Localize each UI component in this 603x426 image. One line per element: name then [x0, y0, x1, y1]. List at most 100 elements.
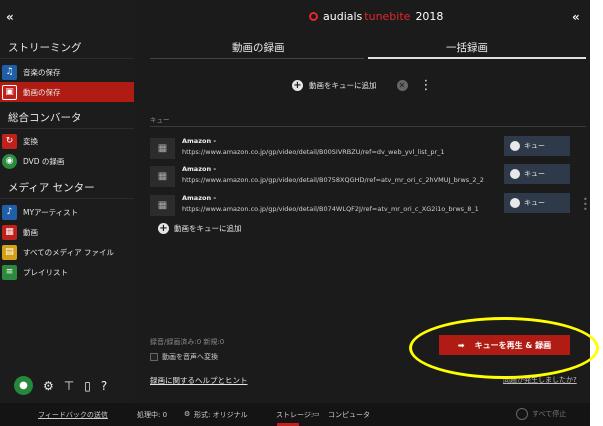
sidebar-item-all-media[interactable]: ▤ すべてのメディア ファイル — [0, 242, 134, 262]
stop-all-button[interactable]: すべて停止 — [516, 408, 566, 420]
queue-button-label: キュー — [524, 142, 545, 150]
sidebar-item-my-artist[interactable]: ♪ MYアーティスト — [0, 202, 134, 222]
queue-label: キュー — [150, 116, 170, 124]
clock-icon — [510, 198, 520, 208]
tools-icon[interactable]: ⊤ — [64, 379, 74, 393]
collapse-right-icon[interactable]: « — [572, 10, 580, 24]
arrow-right-icon: ➡ — [457, 340, 465, 350]
queue-button-label: キュー — [524, 199, 545, 207]
sidebar-item-label: プレイリスト — [23, 267, 68, 277]
user-avatar-icon[interactable]: ● — [14, 376, 33, 395]
sidebar-item-label: 動画の保存 — [23, 87, 61, 97]
gear-icon[interactable]: ⚙ — [184, 410, 190, 418]
section-converter[interactable]: 総合コンバータ — [8, 110, 82, 125]
sidebar-item-music-save[interactable]: ♫ 音楽の保存 — [0, 62, 134, 82]
queue-button-label: キュー — [524, 170, 545, 178]
status-bar: フィードバックの送信 処理中: 0 ⚙ 形式: オリジナル ストレージ: ▭ コ… — [0, 403, 590, 426]
audials-logo-icon — [309, 12, 318, 21]
sidebar-item-label: すべてのメディア ファイル — [23, 247, 115, 257]
files-icon: ▤ — [2, 244, 17, 260]
queue-divider — [150, 126, 586, 127]
convert-icon: ↻ — [2, 133, 17, 149]
sidebar-item-video[interactable]: ▦ 動画 — [0, 222, 134, 242]
sidebar-bottom-toolbar: ● ⚙ ⊤ ▯ ? — [14, 376, 107, 395]
queue-row[interactable]: ▦ Amazon - https://www.amazon.co.jp/gp/v… — [150, 193, 586, 219]
play-and-record-label: キューを再生 & 録画 — [474, 340, 552, 350]
queue-row[interactable]: ▦ Amazon - https://www.amazon.co.jp/gp/v… — [150, 136, 586, 162]
devices-icon[interactable]: ▯ — [84, 379, 91, 393]
brand-accent: tunebite — [364, 10, 411, 23]
sidebar-item-playlist[interactable]: ≡ プレイリスト — [0, 262, 134, 282]
queue-button[interactable]: キュー — [504, 164, 570, 184]
tab-video-recording[interactable]: 動画の録画 — [232, 40, 285, 55]
queue-item-url: https://www.amazon.co.jp/gp/video/detail… — [182, 205, 479, 213]
problem-link[interactable]: 問題が発生しましたか? — [503, 375, 577, 385]
music-note-icon: ♪ — [2, 204, 17, 220]
add-to-queue-button[interactable]: 動画をキューに追加 — [309, 80, 377, 91]
section-media-center[interactable]: メディア センター — [8, 180, 95, 195]
brand-year: 2018 — [415, 10, 444, 23]
video-thumbnail-icon: ▦ — [150, 195, 175, 216]
stop-all-label: すべて停止 — [532, 410, 567, 418]
add-icon[interactable]: + — [292, 80, 303, 91]
more-menu-icon[interactable]: ⋮ — [420, 78, 433, 93]
help-icon[interactable]: ? — [101, 379, 107, 393]
sidebar-item-dvd[interactable]: ◉ DVD の録画 — [0, 151, 134, 171]
app-title: audials tunebite 2018 — [309, 10, 443, 23]
clock-icon — [510, 169, 520, 179]
divider — [0, 58, 134, 59]
feedback-link[interactable]: フィードバックの送信 — [38, 410, 108, 420]
queue-row[interactable]: ▦ Amazon - https://www.amazon.co.jp/gp/v… — [150, 164, 586, 190]
queue-button[interactable]: キュー — [504, 136, 570, 156]
queue-item-title: Amazon - — [182, 137, 217, 145]
resize-handle-icon[interactable]: • • • — [583, 196, 588, 214]
stop-icon — [516, 408, 528, 420]
music-save-icon: ♫ — [2, 64, 17, 80]
convert-checkbox[interactable] — [150, 353, 158, 361]
app-window: « ストリーミング ♫ 音楽の保存 ▣ 動画の保存 総合コンバータ ↻ 変換 ◉… — [0, 0, 590, 426]
remove-icon[interactable]: ✕ — [396, 80, 408, 91]
storage-label: ストレージ: — [276, 411, 314, 419]
dvd-icon: ◉ — [2, 153, 17, 169]
gear-icon[interactable]: ⚙ — [43, 379, 54, 393]
film-icon: ▦ — [2, 224, 17, 240]
tab-underline — [150, 58, 364, 59]
recording-stats: 録音/録画済み:0 新規:0 — [150, 338, 225, 346]
play-and-record-button[interactable]: ➡ キューを再生 & 録画 — [439, 335, 570, 355]
convert-label: 動画を音声へ変換 — [162, 353, 218, 361]
processing-count: 処理中: 0 — [137, 411, 168, 419]
tab-underline-active — [368, 57, 586, 59]
queue-item-url: https://www.amazon.co.jp/gp/video/detail… — [182, 148, 445, 156]
add-to-queue-label: 動画をキューに追加 — [174, 224, 242, 233]
queue-toolbar: + 動画をキューに追加 ✕ ⋮ — [292, 78, 433, 93]
sidebar-item-label: DVD の録画 — [23, 156, 65, 166]
collapse-sidebar-icon[interactable]: « — [6, 10, 14, 24]
video-save-icon: ▣ — [2, 84, 17, 100]
sidebar-item-label: 動画 — [23, 227, 38, 237]
brand-prefix: audials — [323, 10, 363, 23]
tab-batch-recording[interactable]: 一括録画 — [446, 40, 488, 55]
video-thumbnail-icon: ▦ — [150, 138, 175, 159]
convert-to-audio-option[interactable]: 動画を音声へ変換 — [150, 352, 218, 362]
sidebar-item-video-save[interactable]: ▣ 動画の保存 — [0, 82, 134, 102]
sidebar-item-label: MYアーティスト — [23, 207, 79, 217]
help-link[interactable]: 録画に関するヘルプとヒント — [150, 375, 248, 386]
format-label[interactable]: 形式: オリジナル — [194, 410, 248, 420]
section-streaming[interactable]: ストリーミング — [8, 40, 82, 55]
sidebar-item-convert[interactable]: ↻ 変換 — [0, 131, 134, 151]
main-panel: audials tunebite 2018 « 動画の録画 一括録画 + 動画をキ… — [134, 0, 590, 403]
queue-button[interactable]: キュー — [504, 193, 570, 213]
queue-item-title: Amazon - — [182, 165, 217, 173]
clock-icon — [510, 141, 520, 151]
video-thumbnail-icon: ▦ — [150, 166, 175, 187]
add-icon: + — [158, 223, 169, 234]
sidebar: « ストリーミング ♫ 音楽の保存 ▣ 動画の保存 総合コンバータ ↻ 変換 ◉… — [0, 0, 134, 403]
storage-target[interactable]: コンピュータ — [328, 410, 370, 420]
queue-item-title: Amazon - — [182, 194, 217, 202]
sidebar-item-label: 変換 — [23, 136, 38, 146]
playlist-icon: ≡ — [2, 264, 17, 280]
computer-icon: ▭ — [313, 410, 320, 418]
sidebar-item-label: 音楽の保存 — [23, 67, 61, 77]
divider — [0, 128, 134, 129]
add-to-queue-link[interactable]: + 動画をキューに追加 — [158, 223, 242, 234]
